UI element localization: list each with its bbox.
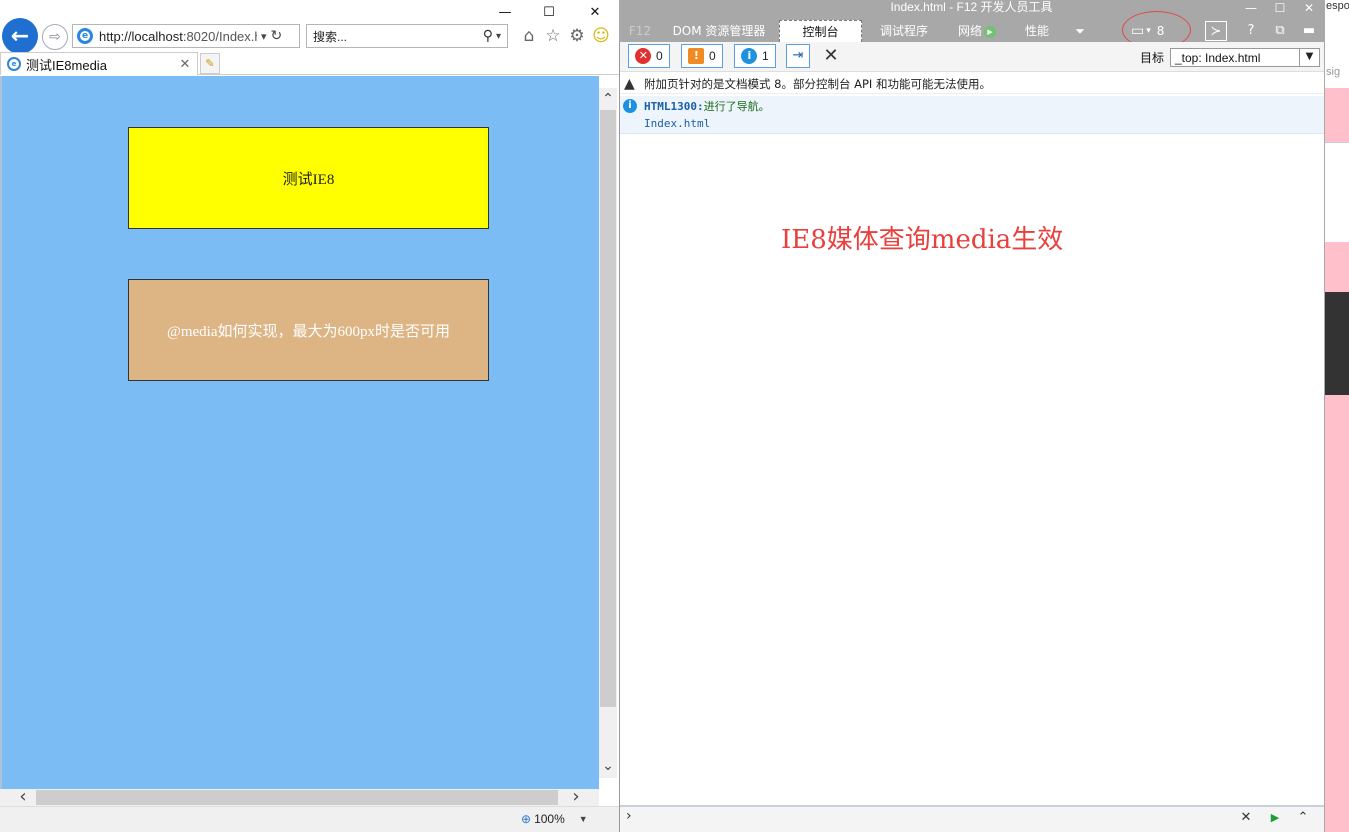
ie-minimize-button[interactable]: — [482,0,528,24]
warning-triangle-icon: ▲ [624,75,635,92]
scroll-right-icon[interactable]: › [567,788,585,806]
prompt-chevron-icon: › [626,808,632,824]
scroll-left-icon[interactable]: ‹ [14,788,32,806]
ie-logo-icon: e [77,28,93,44]
back-button[interactable]: ← [2,18,38,54]
background-window-panel [1325,142,1349,242]
tab-f12: F12 [628,24,652,38]
clear-on-navigate-icon: ⇥ [792,48,804,63]
test-box-tan-text: @media如何实现，最大为600px时是否可用 [167,323,450,340]
tab-dom-explorer[interactable]: DOM 资源管理器 [666,20,772,42]
scroll-up-icon[interactable]: ⌃ [599,90,617,108]
background-window-text-top: espo [1326,0,1349,12]
info-count: 1 [761,49,769,63]
tab-close-icon[interactable]: ✕ [177,57,193,72]
ie-close-button[interactable]: ✕ [572,0,618,24]
zoom-level: 100% [534,812,565,826]
clear-icon: ✕ [823,45,839,66]
info-circle-icon: i [623,99,637,113]
zoom-dropdown-icon[interactable]: ▼ [579,814,588,824]
clear-console-button[interactable]: ✕ [820,45,842,67]
info-message-source-row [620,116,1324,134]
new-tab-icon: ✎ [205,57,215,70]
address-bar[interactable]: e http://localhost:8020/Index.h ▾ ↻ [72,24,300,48]
console-message-info: i HTML1300: 进行了导航。 [620,96,1324,116]
zoom-control[interactable]: ⊕ 100% ▼ [521,810,588,828]
more-tabs-icon[interactable]: ⏷ [1068,20,1092,42]
help-icon[interactable]: ? [1240,21,1262,41]
search-icon[interactable]: ⚲ [483,28,493,44]
warning-message-text: 附加页针对的是文档模式 8。部分控制台 API 和功能可能无法使用。 [644,76,991,91]
test-box-yellow-text: 测试IE8 [282,171,335,188]
ie-maximize-button[interactable]: ☐ [526,0,572,24]
expand-input-icon[interactable]: ⌃ [1295,810,1311,826]
chevron-down-icon[interactable]: ▼ [1299,49,1319,66]
address-url-host: http://localhost [99,28,183,44]
refresh-icon[interactable]: ↻ [271,28,283,44]
undock-icon[interactable]: ⧉ [1269,21,1291,41]
devtools-close-button[interactable]: ✕ [1294,0,1324,18]
target-select[interactable]: _top: Index.html ▼ [1170,48,1320,67]
favorites-icon[interactable]: ☆ [543,26,563,46]
warnings-count: 0 [708,49,716,63]
target-label: 目标 [1140,51,1165,65]
background-window [1324,0,1349,832]
search-input[interactable]: 搜索... [313,28,483,45]
dock-icon[interactable]: ▬ [1298,21,1320,41]
warning-icon: ! [688,48,705,64]
search-dropdown-icon[interactable]: ▾ [496,31,501,42]
tab-performance[interactable]: 性能 [1017,20,1057,42]
horizontal-scroll-thumb[interactable] [36,790,558,805]
back-arrow-icon: ← [10,23,30,49]
settings-icon[interactable]: ⚙ [567,26,587,46]
address-url-path: :8020/Index.h [182,28,257,44]
tab-favicon-icon: e [7,57,21,71]
devtools-maximize-button[interactable]: ☐ [1265,0,1295,18]
forward-arrow-icon: ⇨ [49,29,61,45]
target-value: _top: Index.html [1175,50,1261,65]
network-play-icon: ▶ [984,25,996,38]
tab-network-label: 网络 [957,24,982,38]
console-toggle-icon[interactable]: ≻ [1205,21,1227,41]
devtools-minimize-button[interactable]: — [1236,0,1266,18]
run-script-icon[interactable]: ▶ [1267,810,1283,826]
address-url[interactable]: http://localhost:8020/Index.h [99,29,257,44]
info-message-code: HTML1300: [644,99,704,113]
test-box-tan: @media如何实现，最大为600px时是否可用 [128,279,489,381]
tab-debugger[interactable]: 调试程序 [872,20,936,42]
clear-input-icon[interactable]: ✕ [1238,810,1254,826]
info-filter-button[interactable]: i 1 [734,44,776,68]
warnings-filter-button[interactable]: ! 0 [681,44,723,68]
info-icon: i [741,48,758,64]
new-tab-button[interactable]: ✎ [200,53,220,74]
error-icon: ✕ [635,48,652,64]
info-message-source-link[interactable]: Index.html [644,117,710,130]
background-window-text-mid: sig [1326,66,1341,78]
console-input-bar[interactable] [620,805,1324,832]
feedback-smiley-icon[interactable]: ☺ [591,26,611,46]
home-icon[interactable]: ⌂ [519,26,539,46]
tab-console[interactable]: 控制台 [779,20,862,42]
tab-network[interactable]: 网络 ▶ [948,20,1006,42]
errors-filter-button[interactable]: ✕ 0 [628,44,670,68]
zoom-icon: ⊕ [521,812,532,826]
devtools-title: Index.html - F12 开发人员工具 [890,0,1053,14]
annotation-text: IE8媒体查询media生效 [781,225,1064,255]
clear-on-navigate-button[interactable]: ⇥ [786,44,810,68]
scroll-down-icon[interactable]: ⌄ [599,757,617,775]
address-dropdown-icon[interactable]: ▾ [261,30,267,43]
tab-title: 测试IE8media [26,57,107,73]
errors-count: 0 [655,49,663,63]
console-message-warning: ▲ 附加页针对的是文档模式 8。部分控制台 API 和功能可能无法使用。 [620,74,1324,94]
background-window-dark-panel [1325,292,1349,395]
browser-tab-active[interactable]: e 测试IE8media ✕ [0,52,198,75]
test-box-yellow: 测试IE8 [128,127,489,229]
forward-button[interactable]: ⇨ [42,24,68,50]
search-box[interactable]: 搜索... ⚲ ▾ [306,24,508,48]
info-message-text: 进行了导航。 [703,100,770,113]
vertical-scroll-thumb[interactable] [600,110,616,707]
